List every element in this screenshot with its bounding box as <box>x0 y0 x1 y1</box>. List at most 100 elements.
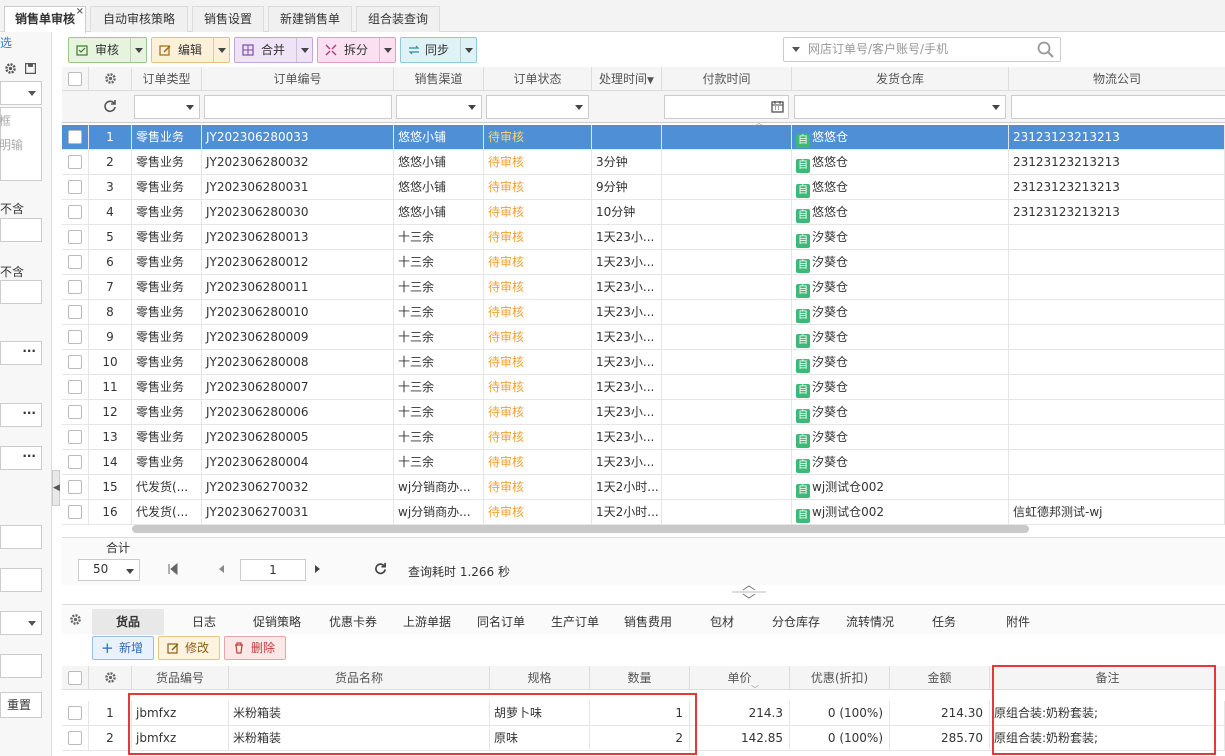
chevron-down-icon[interactable] <box>460 38 476 62</box>
reset-button[interactable]: 重置 <box>0 692 42 718</box>
row-checkbox[interactable] <box>68 130 82 144</box>
first-page-icon[interactable] <box>168 563 178 575</box>
filter-input[interactable] <box>0 525 42 549</box>
logistics-filter[interactable] <box>1011 95 1225 119</box>
filter-select[interactable] <box>0 81 42 105</box>
column-header[interactable]: 优惠(折扣) <box>790 666 890 690</box>
detail-tab[interactable]: 分仓库存 <box>760 609 832 635</box>
table-row[interactable]: 3 零售业务 JY202306280031 悠悠小铺 待审核 9分钟 自悠悠仓 2312312… <box>62 175 1225 200</box>
tab-new-sales-order[interactable]: 新建销售单 <box>268 6 352 32</box>
table-row[interactable]: 12 零售业务 JY202306280006 十三余 待审核 1天23小... 自汐葵仓 <box>62 400 1225 425</box>
column-settings[interactable] <box>89 666 132 690</box>
reload-icon[interactable] <box>374 562 387 575</box>
calendar-icon[interactable] <box>771 100 784 113</box>
filter-input[interactable] <box>0 218 42 242</box>
chevron-down-icon[interactable] <box>130 38 146 62</box>
column-header[interactable]: 销售渠道 <box>394 67 484 91</box>
save-icon[interactable] <box>24 62 37 75</box>
column-header[interactable]: 物流公司 <box>1009 67 1225 91</box>
column-header[interactable]: 数量 <box>590 666 690 690</box>
filter-list-item[interactable]: 框 <box>0 112 11 129</box>
filter-input[interactable] <box>0 568 42 592</box>
detail-tab[interactable]: 日志 <box>168 609 240 635</box>
warehouse-filter[interactable] <box>794 95 1006 119</box>
filter-picker[interactable]: ··· <box>0 446 42 470</box>
next-page-icon[interactable] <box>314 564 321 574</box>
row-checkbox[interactable] <box>68 480 82 494</box>
close-icon[interactable]: × <box>76 0 84 24</box>
prev-page-icon[interactable] <box>218 564 225 574</box>
column-header[interactable]: 货品名称 <box>229 666 490 690</box>
column-header[interactable]: 发货仓库 <box>792 67 1009 91</box>
row-checkbox[interactable] <box>68 280 82 294</box>
column-header[interactable]: 金额 <box>890 666 990 690</box>
gear-icon[interactable] <box>104 671 117 684</box>
row-checkbox[interactable] <box>68 330 82 344</box>
detail-tab[interactable]: 上游单据 <box>391 609 463 635</box>
gear-icon[interactable] <box>104 72 117 85</box>
filter-input[interactable] <box>0 280 42 304</box>
table-row[interactable]: 7 零售业务 JY202306280011 十三余 待审核 1天23小... 自汐葵仓 <box>62 275 1225 300</box>
refresh-icon[interactable] <box>103 99 117 113</box>
edit-button[interactable]: 编辑 <box>151 37 230 63</box>
table-row[interactable]: 11 零售业务 JY202306280007 十三余 待审核 1天23小... 自汐葵仓 <box>62 375 1225 400</box>
row-checkbox[interactable] <box>68 455 82 469</box>
tab-sales-audit[interactable]: 销售单审核 × <box>4 6 86 33</box>
split-button[interactable]: 拆分 <box>317 37 396 63</box>
row-checkbox[interactable] <box>68 355 82 369</box>
row-checkbox[interactable] <box>68 731 82 745</box>
filter-select[interactable] <box>0 611 42 635</box>
pay-time-filter[interactable] <box>664 95 789 119</box>
row-checkbox[interactable] <box>68 380 82 394</box>
table-row[interactable]: 10 零售业务 JY202306280008 十三余 待审核 1天23小... 自汐葵仓 <box>62 350 1225 375</box>
select-all-checkbox[interactable] <box>68 671 82 685</box>
column-header[interactable]: 货品编号 <box>132 666 229 690</box>
page-number-input[interactable]: 1 <box>240 559 306 581</box>
row-checkbox[interactable] <box>68 305 82 319</box>
tab-combo-query[interactable]: 组合装查询 <box>356 6 440 32</box>
add-item-button[interactable]: + 新增 <box>92 636 154 660</box>
row-checkbox[interactable] <box>68 205 82 219</box>
detail-tab[interactable]: 同名订单 <box>465 609 537 635</box>
filter-picker[interactable]: ··· <box>0 341 42 365</box>
filter-list[interactable]: 框 明输 <box>0 107 42 181</box>
horizontal-scrollbar[interactable] <box>132 525 1029 533</box>
delete-item-button[interactable]: 删除 <box>224 636 286 660</box>
detail-tab[interactable]: 流转情况 <box>834 609 906 635</box>
chevron-down-icon[interactable] <box>296 38 312 62</box>
column-header[interactable]: 订单编号 <box>202 67 394 91</box>
table-row[interactable]: 1 零售业务 JY202306280033 悠悠小铺 待审核 自悠悠仓 2312312321… <box>62 125 1225 150</box>
column-settings[interactable] <box>89 67 132 91</box>
table-row[interactable]: 9 零售业务 JY202306280009 十三余 待审核 1天23小... 自汐葵仓 <box>62 325 1225 350</box>
chevron-down-icon[interactable]: ﹀ <box>751 684 759 695</box>
chevron-down-icon[interactable] <box>792 47 800 52</box>
column-header-sorted[interactable]: 处理时间▼ <box>592 67 662 91</box>
panel-resize-handle[interactable] <box>732 585 766 599</box>
detail-tab[interactable]: 附件 <box>982 609 1054 635</box>
detail-tab[interactable]: 任务 <box>908 609 980 635</box>
row-checkbox[interactable] <box>68 405 82 419</box>
column-header[interactable]: 单价 <box>690 666 790 690</box>
table-row[interactable]: 6 零售业务 JY202306280012 十三余 待审核 1天23小... 自汐葵仓 <box>62 250 1225 275</box>
filter-picker[interactable]: ··· <box>0 403 42 427</box>
row-checkbox[interactable] <box>68 255 82 269</box>
column-header[interactable]: 订单状态 <box>484 67 592 91</box>
tab-auto-audit-policy[interactable]: 自动审核策略 <box>90 6 188 32</box>
row-checkbox[interactable] <box>68 155 82 169</box>
select-all-checkbox[interactable] <box>68 72 82 86</box>
column-header[interactable]: 规格 <box>490 666 590 690</box>
tab-sales-settings[interactable]: 销售设置 <box>192 6 264 32</box>
column-header[interactable]: 付款时间 <box>662 67 792 91</box>
table-row[interactable]: 2 零售业务 JY202306280032 悠悠小铺 待审核 3分钟 自悠悠仓 2312312… <box>62 150 1225 175</box>
detail-tab[interactable]: 销售费用 <box>612 609 684 635</box>
chevron-down-icon[interactable] <box>379 38 395 62</box>
row-checkbox[interactable] <box>68 505 82 519</box>
table-row[interactable]: 5 零售业务 JY202306280013 十三余 待审核 1天23小... 自汐葵仓 <box>62 225 1225 250</box>
search-icon[interactable] <box>1037 41 1054 58</box>
gear-icon[interactable] <box>69 613 82 626</box>
table-row[interactable]: 13 零售业务 JY202306280005 十三余 待审核 1天23小... 自汐葵仓 <box>62 425 1225 450</box>
detail-tab[interactable]: 生产订单 <box>539 609 611 635</box>
gear-icon[interactable] <box>4 62 17 75</box>
order-type-filter[interactable] <box>134 95 200 119</box>
row-checkbox[interactable] <box>68 180 82 194</box>
